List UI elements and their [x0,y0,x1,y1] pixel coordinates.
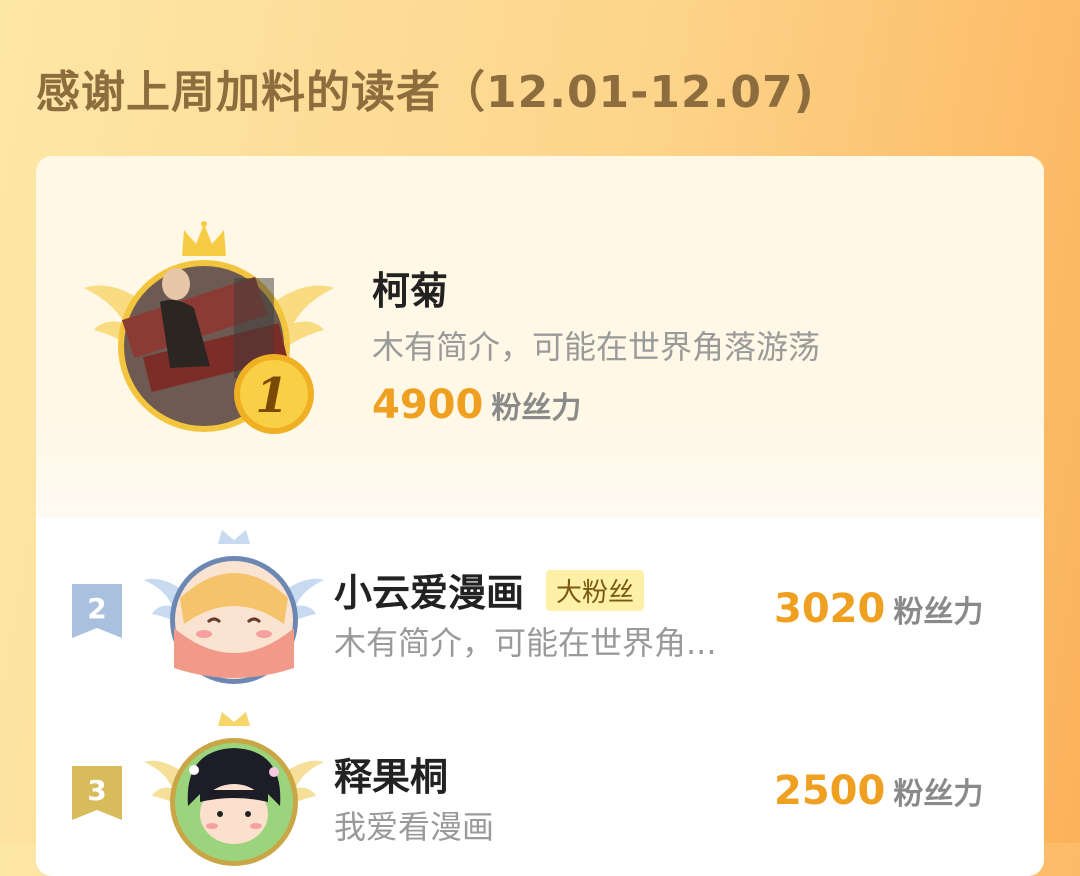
reader-avatar-frame[interactable] [144,528,324,688]
rank-number: 1 [255,368,288,424]
rank-number: 2 [87,592,106,625]
top-reader-name[interactable]: 柯菊 [372,260,448,315]
reader-score: 2500 粉丝力 [774,768,983,814]
rank-3-flag-icon: 3 [72,766,122,820]
top-reader-avatar-frame[interactable]: 1 [84,218,334,448]
reader-bio: 我爱看漫画 [334,808,495,846]
rank-number: 3 [87,774,106,807]
top-reader-bio: 木有简介，可能在世界角落游荡 [372,328,821,366]
score-unit: 粉丝力 [893,777,984,812]
top-reader-score: 4900 粉丝力 [372,382,581,428]
rank-1-medal-icon: 1 [234,354,314,434]
list-item[interactable]: 2 小云爱漫画 大粉丝 木有简介，可能在世界角... 3020 粉丝力 [36,518,1044,698]
fan-level-badge: 大粉丝 [546,570,645,611]
crown-icon [182,221,226,256]
avatar [170,738,298,866]
reader-name[interactable]: 释果桐 [334,746,448,801]
reader-name[interactable]: 小云爱漫画 [334,562,524,617]
reader-ranking-card: 1 柯菊 木有简介，可能在世界角落游荡 4900 粉丝力 2 小云爱漫画 大粉丝… [36,156,1044,876]
page-title: 感谢上周加料的读者（12.01-12.07) [36,67,815,118]
reader-avatar-frame[interactable] [144,710,324,870]
top-reader-section[interactable]: 1 柯菊 木有简介，可能在世界角落游荡 4900 粉丝力 [36,156,1044,518]
score-value: 4900 [372,382,484,428]
reader-score: 3020 粉丝力 [774,586,983,632]
rank-2-flag-icon: 2 [72,584,122,638]
score-unit: 粉丝力 [491,391,582,426]
reader-bio: 木有简介，可能在世界角... [334,624,717,662]
score-unit: 粉丝力 [893,595,984,630]
score-value: 3020 [774,586,886,632]
avatar [170,556,298,684]
list-item[interactable]: 3 释果桐 我爱看漫画 2500 粉丝力 [36,698,1044,876]
score-value: 2500 [774,768,886,814]
